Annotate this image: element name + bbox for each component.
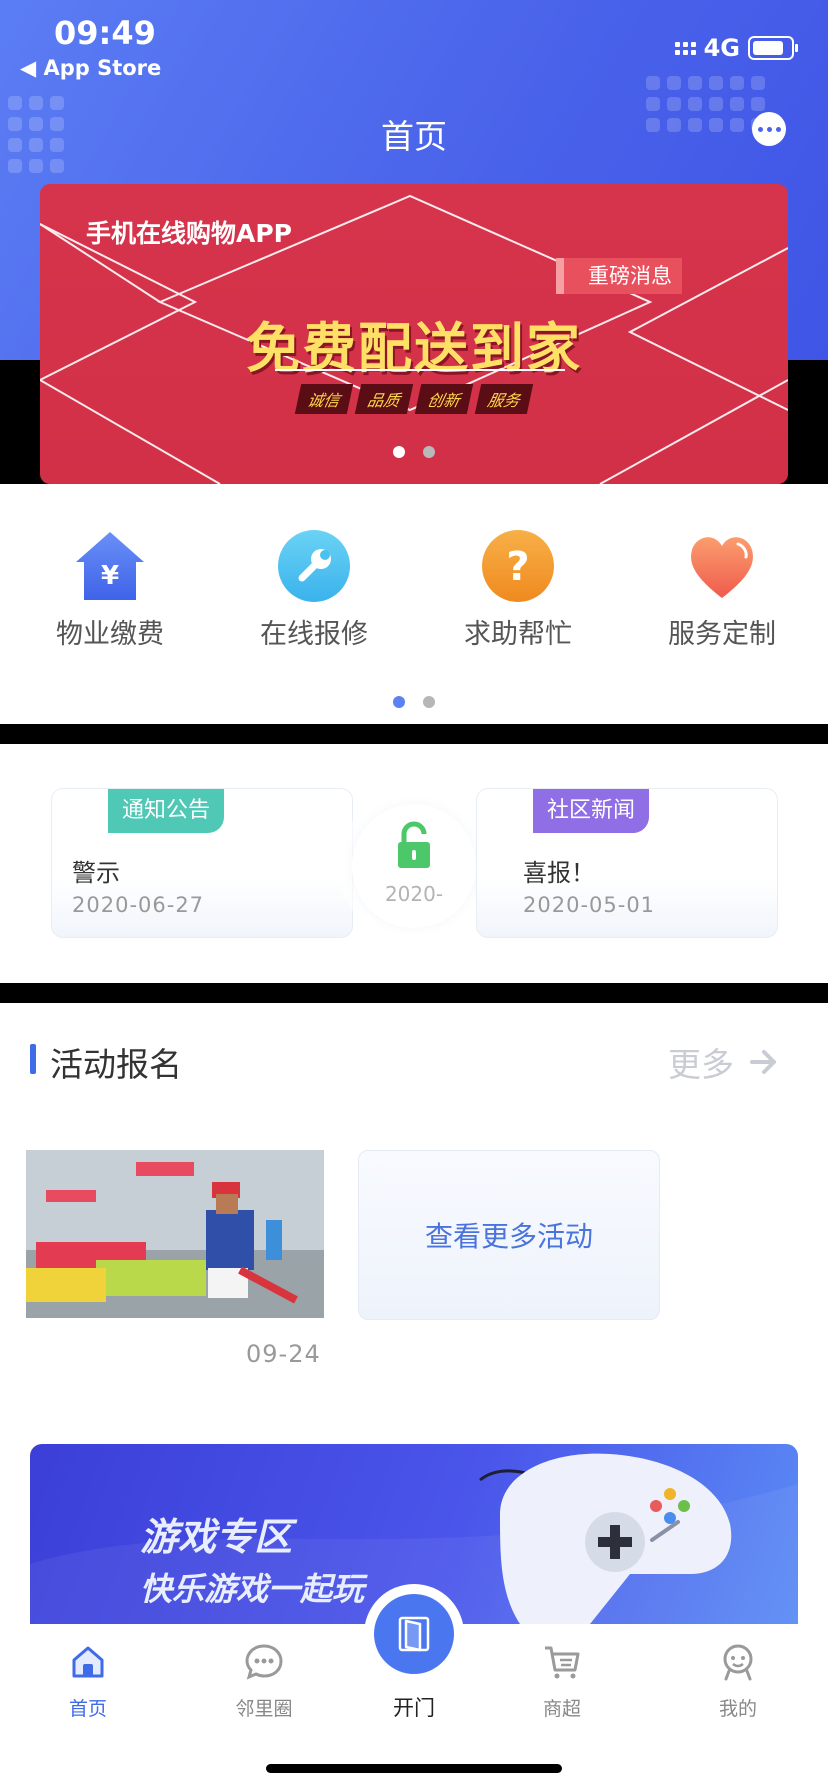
quick-item-label: 服务定制 (668, 619, 776, 650)
network-label: 4G (703, 34, 740, 62)
notice-card-news[interactable]: 社区新闻 喜报！ 2020-05-01 (476, 788, 778, 938)
section-accent-bar (30, 1044, 36, 1074)
chat-bubble-icon (245, 1644, 283, 1680)
view-more-activities-label: 查看更多活动 (424, 1220, 593, 1253)
quick-page-dot[interactable] (393, 696, 405, 708)
tab-label: 首页 (68, 1698, 107, 1720)
more-label: 更多 (668, 1045, 734, 1084)
notice-badge: 社区新闻 (533, 789, 650, 833)
banner-subtag: 诚信 (294, 384, 354, 414)
tab-open-door[interactable] (364, 1584, 464, 1684)
arrow-right-icon (750, 1050, 776, 1074)
quick-page-dot[interactable] (423, 696, 435, 708)
quick-menu-pagination (0, 696, 828, 708)
unlock-icon (398, 821, 430, 868)
house-yen-icon: ¥ (74, 530, 146, 602)
quick-item-property-fee[interactable]: ¥ 物业缴费 (30, 530, 190, 651)
unlock-button[interactable]: 2020- (352, 804, 476, 928)
home-icon (72, 1646, 104, 1678)
banner-page-dot[interactable] (393, 446, 405, 458)
quick-item-repair[interactable]: 在线报修 (234, 530, 394, 651)
tab-label: 邻里圈 (235, 1698, 293, 1720)
question-icon: ? (482, 530, 554, 602)
tab-neighbors[interactable]: 邻里圈 (204, 1642, 324, 1721)
quick-item-help[interactable]: ? 求助帮忙 (438, 530, 598, 651)
banner-subtags: 诚信 品质 创新 服务 (40, 384, 788, 414)
tab-label: 我的 (718, 1698, 757, 1720)
game-banner-subtitle: 快乐游戏一起玩 (140, 1570, 365, 1608)
page-title: 首页 (381, 117, 447, 156)
notice-title: 喜报！ (523, 859, 595, 887)
svg-text:?: ? (506, 544, 529, 590)
view-more-activities-card[interactable]: 查看更多活动 (358, 1150, 660, 1320)
tab-label: 开门 (393, 1696, 435, 1720)
svg-text:¥: ¥ (101, 561, 119, 591)
game-banner-title: 游戏专区 (140, 1515, 293, 1559)
notice-date: 2020-06-27 (72, 893, 205, 917)
tab-label: 商超 (542, 1698, 581, 1720)
battery-icon (748, 36, 798, 60)
activity-photo[interactable] (26, 1150, 324, 1318)
door-icon (398, 1616, 430, 1652)
signal-icon (674, 41, 696, 55)
message-icon (757, 126, 763, 132)
back-to-app-store-link[interactable]: ◀ App Store (20, 56, 161, 80)
banner-page-dot[interactable] (423, 446, 435, 458)
banner-tag: 重磅消息 (556, 258, 682, 294)
promo-banner[interactable]: 手机在线购物APP 重磅消息 免费配送到家 诚信 品质 创新 服务 (40, 184, 788, 484)
notice-badge: 通知公告 (108, 789, 225, 833)
message-button[interactable] (752, 112, 786, 146)
home-indicator[interactable] (266, 1764, 562, 1773)
black-band (0, 983, 828, 1003)
quick-item-label: 求助帮忙 (464, 619, 572, 650)
status-indicators: 4G (674, 34, 798, 62)
cart-icon (545, 1646, 580, 1679)
tab-home[interactable]: 首页 (28, 1642, 148, 1721)
banner-subtag: 品质 (354, 384, 414, 414)
banner-subtag: 服务 (474, 384, 534, 414)
notice-title: 警示 (72, 859, 120, 887)
activity-section-title: 活动报名 (50, 1045, 182, 1084)
quick-item-label: 物业缴费 (56, 619, 164, 650)
festival-photo-image (26, 1150, 324, 1318)
banner-pagination (40, 446, 788, 458)
heart-icon (686, 530, 758, 602)
open-door-button[interactable] (374, 1594, 454, 1674)
banner-divider (275, 369, 565, 371)
black-band (0, 724, 828, 744)
quick-item-label: 在线报修 (260, 619, 368, 650)
tab-supermarket[interactable]: 商超 (502, 1642, 622, 1721)
tab-profile[interactable]: 我的 (678, 1642, 798, 1721)
notice-date: 2020-05-01 (523, 893, 656, 917)
person-icon (723, 1644, 753, 1681)
status-time: 09:49 (54, 14, 156, 52)
notice-card-announcement[interactable]: 通知公告 警示 2020-06-27 (51, 788, 353, 938)
banner-app-text: 手机在线购物APP (86, 219, 292, 248)
quick-item-custom-service[interactable]: 服务定制 (642, 530, 802, 651)
notice-center-date: 2020- (384, 882, 444, 906)
banner-headline: 免费配送到家 (246, 317, 582, 380)
activity-date: 09-24 (246, 1340, 321, 1368)
wrench-icon (278, 530, 350, 602)
activity-more-link[interactable]: 更多 (668, 1038, 778, 1086)
banner-subtag: 创新 (414, 384, 474, 414)
